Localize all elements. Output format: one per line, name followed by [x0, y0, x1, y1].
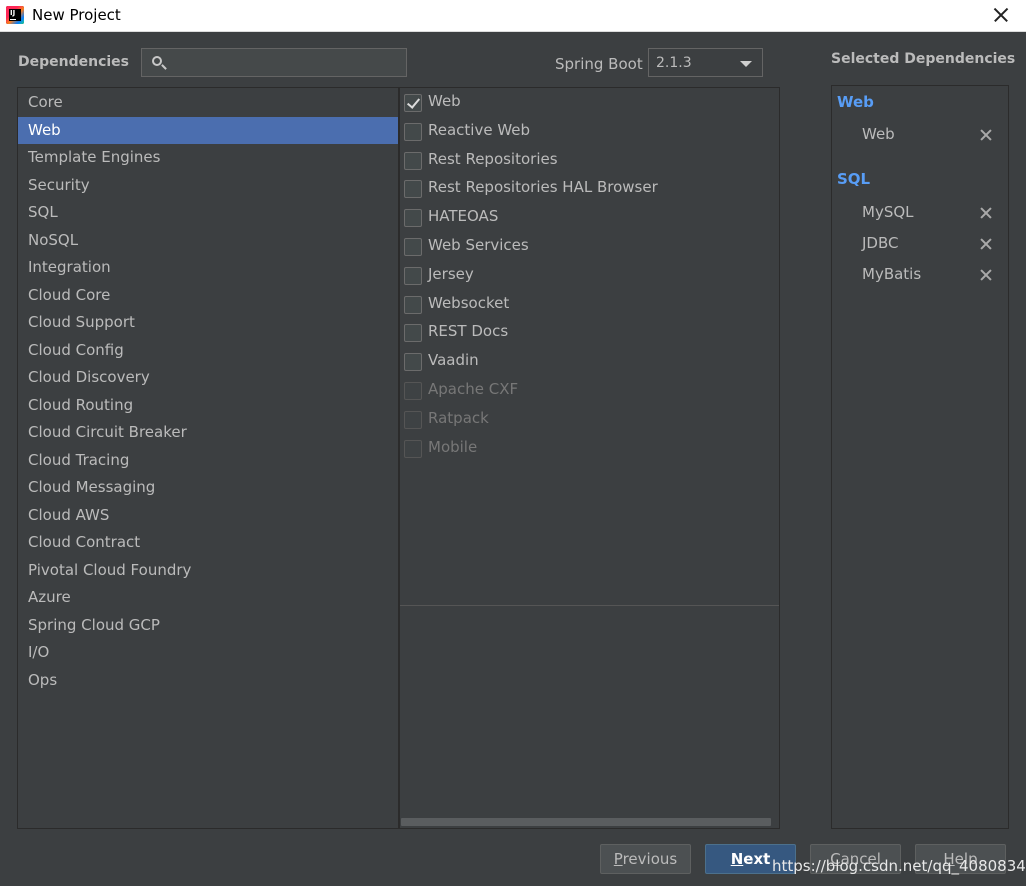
checkbox [404, 439, 422, 458]
category-item[interactable]: Template Engines [18, 144, 398, 171]
category-item[interactable]: Pivotal Cloud Foundry [18, 557, 398, 584]
dependency-option-label: Apache CXF [428, 380, 519, 398]
category-item[interactable]: I/O [18, 639, 398, 666]
category-list: Core Web Template Engines Security SQL NoSQL I… [17, 87, 399, 829]
selected-dependency-item: JDBC [862, 234, 899, 252]
checkbox[interactable] [404, 238, 422, 256]
title-bar: IJ New Project [0, 0, 1026, 32]
search-field[interactable] [141, 48, 407, 77]
category-item[interactable]: Cloud Routing [18, 392, 398, 419]
checkbox[interactable] [404, 353, 422, 372]
category-item[interactable]: Cloud Messaging [18, 474, 398, 501]
category-item[interactable]: Web [18, 116, 398, 144]
next-mnemonic: N [730, 850, 744, 868]
search-input[interactable] [174, 52, 399, 73]
remove-dependency-icon[interactable] [979, 268, 993, 282]
checkbox[interactable] [404, 209, 422, 228]
dependency-option-label: Reactive Web [428, 120, 531, 139]
checkbox[interactable] [404, 295, 422, 314]
category-item[interactable]: Cloud Contract [18, 529, 398, 556]
category-item[interactable]: Cloud Circuit Breaker [18, 419, 398, 446]
category-item[interactable]: Cloud Tracing [18, 447, 398, 474]
spring-boot-version-value: 2.1.3 [656, 55, 692, 71]
checkbox [404, 410, 422, 429]
category-item[interactable]: Cloud Support [18, 309, 398, 336]
dependency-option-label: REST Docs [428, 322, 509, 341]
dependency-option-label: Ratpack [428, 408, 489, 427]
category-item[interactable]: Integration [18, 254, 398, 281]
selected-group-header: SQL [837, 170, 871, 188]
window-title: New Project [32, 6, 121, 24]
category-item[interactable]: Azure [18, 584, 398, 611]
dependency-option-label: Rest Repositories [428, 149, 558, 168]
checkbox [404, 382, 422, 400]
category-item[interactable]: Cloud Discovery [18, 364, 398, 391]
panel-divider [400, 605, 779, 606]
horizontal-scrollbar[interactable] [401, 818, 771, 826]
selected-dependency-item: MyBatis [862, 265, 922, 283]
dependency-option-label: Websocket [428, 293, 510, 312]
checkbox[interactable] [404, 266, 422, 285]
selected-group-header: Web [837, 93, 874, 111]
dependency-options-panel: Web Reactive Web Rest Repositories Rest Rep… [399, 87, 780, 829]
dependency-option-label: Mobile [428, 437, 478, 456]
checkbox[interactable] [404, 94, 422, 112]
checkbox[interactable] [404, 324, 422, 343]
checkbox[interactable] [404, 122, 422, 141]
spring-boot-version-select[interactable]: 2.1.3 [648, 48, 763, 77]
remove-dependency-icon[interactable] [979, 237, 993, 251]
selected-dependencies-panel: Web Web SQL MySQL JDBC MyBatis [831, 85, 1009, 829]
spring-boot-label: Spring Boot [555, 55, 643, 73]
checkbox[interactable] [404, 180, 422, 199]
dependency-option-label: Vaadin [428, 351, 479, 370]
dependencies-label: Dependencies [18, 54, 130, 70]
category-item[interactable]: Cloud Config [18, 337, 398, 364]
category-item[interactable]: Security [18, 172, 398, 199]
category-item[interactable]: Spring Cloud GCP [18, 612, 398, 639]
previous-label: revious [622, 850, 678, 868]
next-label: ext [743, 850, 771, 868]
remove-dependency-icon[interactable] [979, 206, 993, 220]
selected-dependency-item: MySQL [862, 203, 914, 221]
category-item[interactable]: Core [18, 89, 398, 116]
dependency-option-label: Jersey [428, 264, 474, 283]
watermark: https://blog.csdn.net/qq_40808344 [772, 857, 1026, 875]
dependency-option-label: HATEOAS [428, 207, 499, 226]
previous-mnemonic: P [613, 850, 623, 868]
search-icon [151, 55, 167, 71]
category-item[interactable]: Cloud Core [18, 282, 398, 309]
previous-button[interactable]: Previous [600, 844, 691, 874]
close-icon[interactable] [990, 4, 1012, 26]
dependency-option-label: Rest Repositories HAL Browser [428, 178, 658, 197]
category-item[interactable]: SQL [18, 199, 398, 226]
selected-dependencies-title: Selected Dependencies [831, 51, 1016, 67]
remove-dependency-icon[interactable] [979, 128, 993, 142]
category-item[interactable]: Ops [18, 667, 398, 694]
dependency-option-label: Web Services [428, 236, 529, 254]
selected-dependency-item: Web [862, 125, 895, 143]
checkbox[interactable] [404, 151, 422, 170]
category-item[interactable]: NoSQL [18, 227, 398, 254]
intellij-logo-icon: IJ [6, 6, 24, 24]
chevron-down-icon [740, 61, 752, 67]
category-item[interactable]: Cloud AWS [18, 502, 398, 529]
dependency-option-label: Web [428, 92, 461, 110]
